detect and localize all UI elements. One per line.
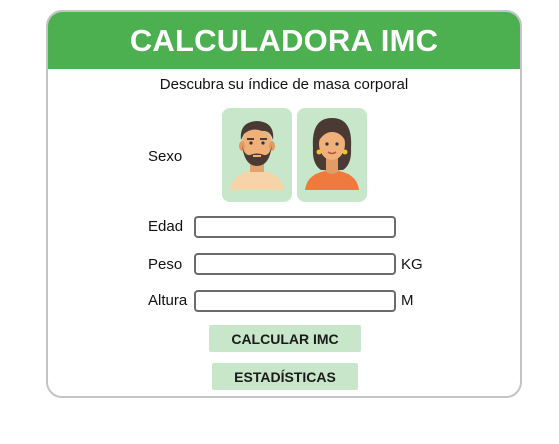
male-avatar-icon bbox=[230, 121, 284, 190]
height-unit: M bbox=[401, 292, 414, 309]
male-option-button[interactable] bbox=[222, 108, 292, 202]
calculate-bmi-button[interactable]: CALCULAR IMC bbox=[209, 325, 361, 352]
weight-input[interactable] bbox=[194, 253, 396, 275]
subtitle: Descubra su índice de masa corporal bbox=[159, 76, 409, 93]
age-label: Edad bbox=[148, 218, 184, 235]
female-option-button[interactable] bbox=[297, 108, 367, 202]
statistics-button[interactable]: ESTADÍSTICAS bbox=[212, 363, 358, 390]
female-avatar-icon bbox=[305, 118, 359, 190]
height-label: Altura bbox=[148, 292, 188, 309]
height-input[interactable] bbox=[194, 290, 396, 312]
weight-unit: KG bbox=[401, 256, 423, 273]
bmi-calculator-card: CALCULADORA IMC Descubra su índice de ma… bbox=[46, 10, 522, 398]
sex-label: Sexo bbox=[148, 148, 183, 165]
age-input[interactable] bbox=[194, 216, 396, 238]
app-header: CALCULADORA IMC bbox=[48, 12, 520, 69]
app-title: CALCULADORA IMC bbox=[129, 22, 439, 58]
weight-label: Peso bbox=[148, 256, 183, 273]
